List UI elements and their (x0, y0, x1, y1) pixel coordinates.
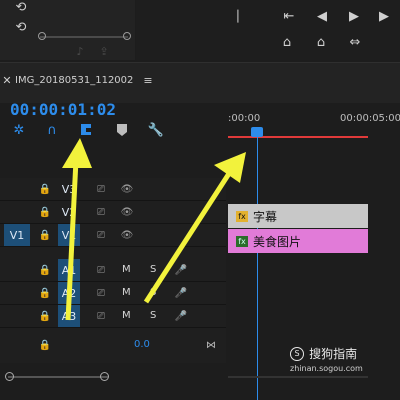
track-target[interactable]: V2 (58, 201, 80, 223)
ruler-start-label: :00:00 (228, 113, 261, 124)
clip-image[interactable]: fx 美食图片 (228, 229, 368, 253)
mute-button[interactable]: M (122, 310, 131, 321)
sync-lock-icon[interactable]: ⎚ (94, 263, 108, 277)
sogou-logo-icon: S (290, 346, 304, 361)
track-target[interactable]: V1 (58, 224, 80, 246)
step-back-to-in-icon[interactable]: ⇤ (281, 8, 297, 24)
solo-button[interactable]: S (150, 264, 156, 275)
watermark: S 搜狗指南 zhinan.sogou.com (290, 343, 363, 373)
magnet-snap-icon[interactable]: ∩ (44, 122, 60, 138)
microphone-icon[interactable]: 🎤 (174, 286, 188, 300)
mark-in-icon[interactable]: ⎸ (236, 8, 252, 24)
sync-lock-icon[interactable]: ⎚ (94, 228, 108, 242)
lock-icon[interactable]: 🔒 (38, 182, 52, 196)
track-target[interactable]: A3 (58, 305, 80, 327)
lock-icon[interactable]: 🔒 (38, 286, 52, 300)
scroll-handle-left[interactable] (38, 32, 46, 40)
lock-icon[interactable]: 🔒 (38, 205, 52, 219)
playhead-line (257, 137, 258, 400)
track-row-a1: 🔒 A1 ⎚ M S 🎤 (0, 259, 226, 282)
sync-lock-icon[interactable]: ⎚ (94, 309, 108, 323)
playhead-timecode[interactable]: 00:00:01:02 (10, 100, 116, 119)
insert-icon[interactable]: ⇔ (346, 34, 364, 50)
microphone-icon[interactable]: 🎤 (174, 309, 188, 323)
track-row-v3: 🔒 V3 ⎚ 👁 (0, 178, 226, 201)
arrow-head (62, 138, 92, 168)
wrench-settings-icon[interactable]: 🔧 (148, 122, 164, 138)
lock-icon[interactable]: 🔒 (38, 309, 52, 323)
mute-button[interactable]: M (122, 264, 131, 275)
sequence-tab-title[interactable]: IMG_20180531_112002 (15, 75, 133, 86)
track-target[interactable]: A2 (58, 282, 80, 304)
effects-controls-panel: ⟲ ⟲ ♪ ⇪ (0, 0, 135, 60)
track-target[interactable]: A1 (58, 259, 80, 281)
track-row-v2: 🔒 V2 ⎚ 👁 (0, 201, 226, 224)
master-volume-value[interactable]: 0.0 (134, 339, 150, 350)
ruler-end-label: 00:00:05:00 (340, 113, 400, 124)
solo-button[interactable]: S (150, 287, 156, 298)
playhead-handle[interactable] (251, 127, 263, 137)
track-row-v1: V1 🔒 V1 ⎚ 👁 (0, 224, 226, 247)
export-icon: ⇪ (99, 44, 109, 58)
eye-icon[interactable]: 👁 (120, 182, 134, 196)
lock-icon[interactable]: 🔒 (38, 338, 52, 352)
go-to-end-icon[interactable]: ⋈ (204, 338, 218, 352)
clip-title[interactable]: fx 字幕 (228, 204, 368, 228)
timeline-scrollbar-right[interactable] (228, 376, 368, 378)
undo-icon[interactable]: ⟲ (12, 20, 30, 35)
microphone-icon[interactable]: 🎤 (174, 263, 188, 277)
source-patch[interactable]: V1 (4, 224, 30, 246)
lock-icon[interactable]: 🔒 (38, 263, 52, 277)
track-row-a3: 🔒 A3 ⎚ M S 🎤 (0, 305, 226, 328)
play-icon[interactable]: ▶ (346, 8, 362, 24)
eye-icon[interactable]: 👁 (120, 205, 134, 219)
solo-button[interactable]: S (150, 310, 156, 321)
zoom-handle-right[interactable] (100, 372, 109, 381)
sync-lock-icon[interactable]: ⎚ (94, 286, 108, 300)
fx-badge: fx (236, 210, 248, 222)
clip-name: 美食图片 (253, 234, 302, 249)
close-icon[interactable]: ✕ (2, 73, 12, 87)
hamburger-icon[interactable]: ≡ (142, 73, 154, 87)
scroll-track[interactable] (40, 36, 128, 38)
lock-icon[interactable]: 🔒 (38, 228, 52, 242)
program-monitor-controls: ⎸ ⇤ ◀ ▶ ▶ ⌂ ⌂ ⇔ (136, 0, 400, 60)
sync-lock-icon[interactable]: ⎚ (94, 182, 108, 196)
time-ruler-line[interactable] (228, 136, 368, 138)
sequence-tab-bar: ✕ IMG_20180531_112002 ≡ (0, 62, 400, 103)
track-target[interactable]: V3 (58, 178, 80, 200)
mute-button[interactable]: M (122, 287, 131, 298)
track-headers: 🔒 V3 ⎚ 👁 🔒 V2 ⎚ 👁 V1 🔒 V1 ⎚ 👁 🔒 A1 ⎚ M S… (0, 178, 226, 363)
extract-icon[interactable]: ⌂ (312, 34, 330, 50)
add-marker-icon[interactable] (115, 122, 129, 138)
fx-badge: fx (236, 235, 248, 247)
undo-icon[interactable]: ⟲ (12, 0, 30, 15)
step-forward-icon[interactable]: ▶ (376, 8, 392, 24)
step-back-icon[interactable]: ◀ (314, 8, 330, 24)
watermark-url: zhinan.sogou.com (290, 364, 363, 373)
zoom-handle-left[interactable] (5, 372, 14, 381)
linked-selection-icon[interactable] (78, 122, 96, 138)
audio-note-icon: ♪ (76, 44, 84, 58)
track-row-master: 🔒 0.0 ⋈ (0, 334, 226, 356)
scroll-handle-right[interactable] (123, 32, 131, 40)
watermark-brand: 搜狗指南 (309, 347, 358, 361)
nest-snap-icon[interactable]: ✲ (11, 122, 27, 138)
timeline-zoom-scrollbar[interactable] (8, 376, 108, 378)
track-row-a2: 🔒 A2 ⎚ M S 🎤 (0, 282, 226, 305)
eye-icon[interactable]: 👁 (120, 228, 134, 242)
clip-name: 字幕 (253, 209, 278, 224)
sync-lock-icon[interactable]: ⎚ (94, 205, 108, 219)
lift-icon[interactable]: ⌂ (278, 34, 296, 50)
